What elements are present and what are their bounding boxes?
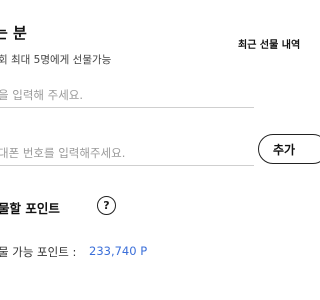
recipient-name-input[interactable]	[0, 88, 254, 108]
question-circle-icon[interactable]: ?	[97, 196, 116, 215]
points-section-title: 물할 포인트	[0, 201, 60, 216]
available-points-value: 233,740 P	[89, 244, 148, 258]
section-description: 회 최대 5명에게 선물가능	[0, 54, 112, 66]
recent-gift-history-link[interactable]: 최근 선물 내역	[238, 36, 300, 51]
section-title: 는 분	[0, 24, 27, 42]
add-recipient-button[interactable]: 추가	[258, 134, 320, 164]
available-points-label: 물 가능 포인트 :	[0, 245, 77, 259]
recipient-phone-input[interactable]	[0, 146, 254, 166]
